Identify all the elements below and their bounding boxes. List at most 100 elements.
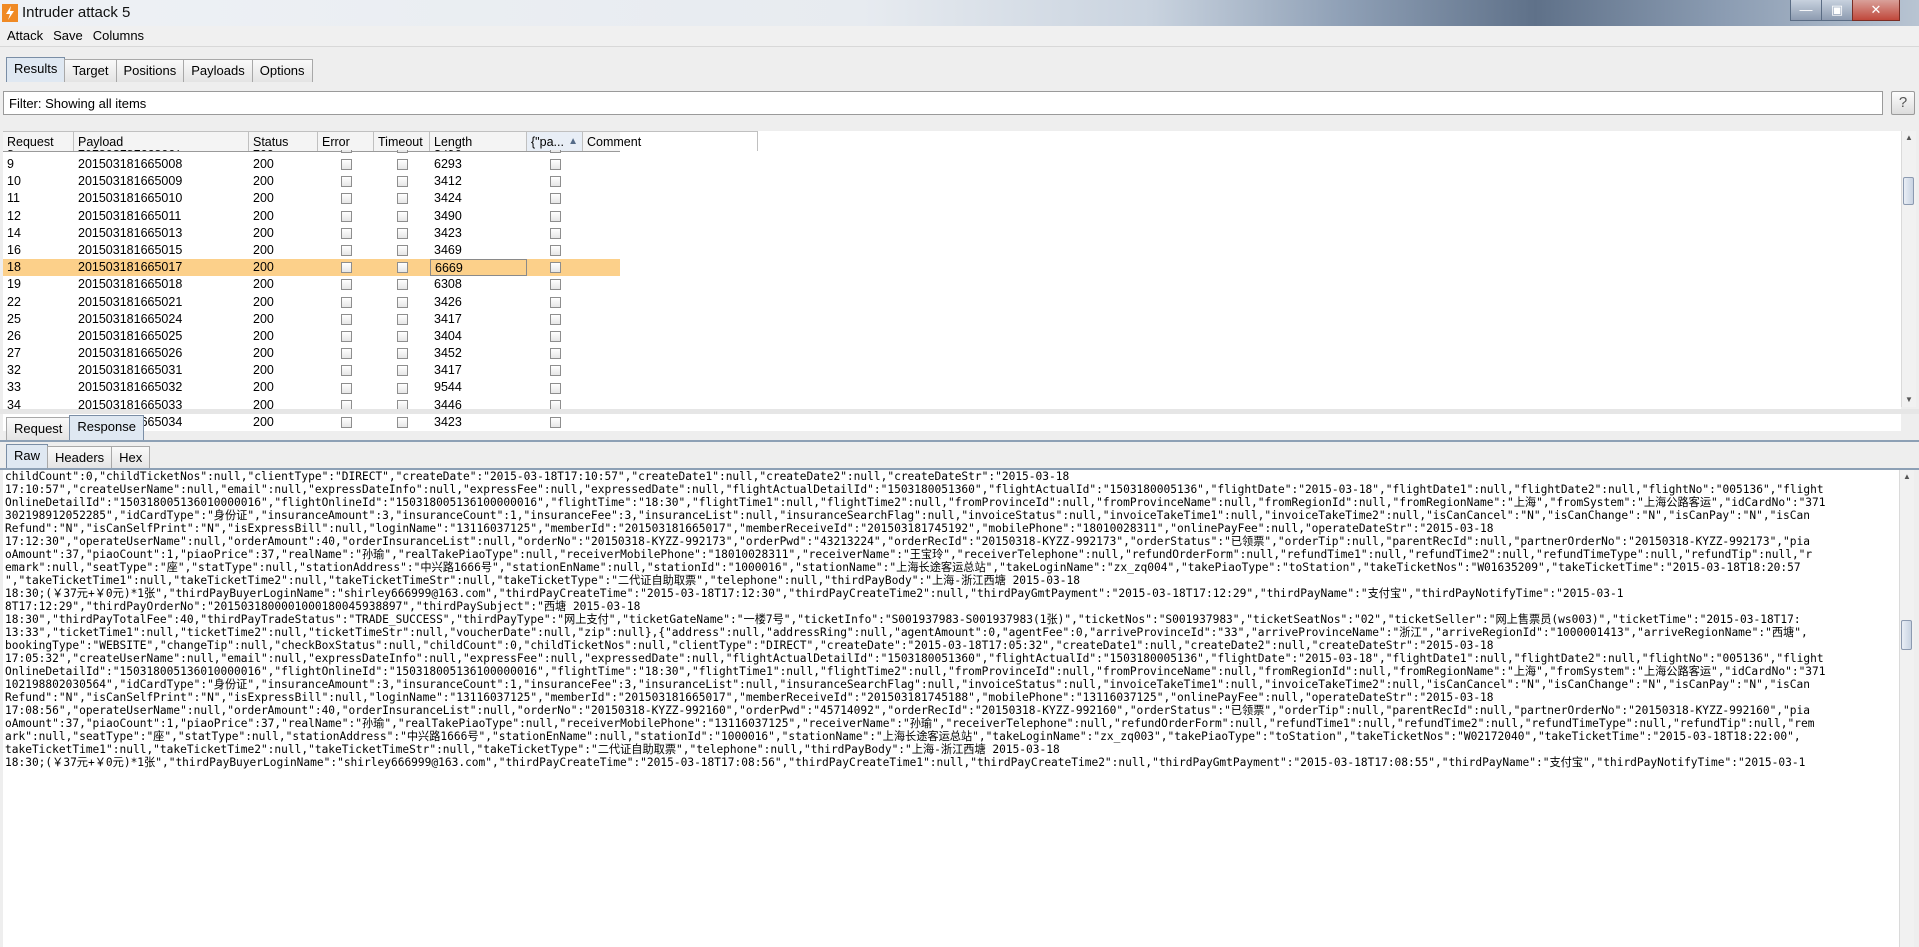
- timeout-checkbox[interactable]: [396, 279, 408, 291]
- tab-raw[interactable]: Raw: [6, 444, 49, 469]
- error-checkbox[interactable]: [340, 245, 352, 257]
- close-button[interactable]: ✕: [1852, 0, 1900, 21]
- error-checkbox[interactable]: [340, 330, 352, 342]
- table-row[interactable]: 12 201503181665011 200 3490: [3, 208, 620, 225]
- timeout-checkbox[interactable]: [396, 245, 408, 257]
- timeout-checkbox[interactable]: [396, 176, 408, 188]
- tab-request[interactable]: Request: [6, 417, 71, 440]
- cell-status: 200: [253, 414, 274, 429]
- scroll-down-icon[interactable]: ▼: [1902, 393, 1916, 407]
- scroll-up-icon[interactable]: ▲: [1902, 131, 1916, 145]
- cell-comment: [583, 328, 758, 345]
- timeout-checkbox[interactable]: [396, 330, 408, 342]
- error-checkbox[interactable]: [340, 296, 352, 308]
- timeout-checkbox[interactable]: [396, 210, 408, 222]
- tab-target[interactable]: Target: [64, 59, 117, 82]
- grep-checkbox[interactable]: [549, 296, 561, 308]
- table-row[interactable]: 27 201503181665026 200 3452: [3, 345, 620, 362]
- error-checkbox[interactable]: [340, 365, 352, 377]
- grep-checkbox[interactable]: [549, 330, 561, 342]
- timeout-checkbox[interactable]: [396, 365, 408, 377]
- column-header-grep[interactable]: {"pa... ▲: [527, 131, 583, 151]
- timeout-checkbox[interactable]: [396, 348, 408, 360]
- error-checkbox[interactable]: [340, 279, 352, 291]
- menu-columns[interactable]: Columns: [86, 26, 147, 46]
- grep-checkbox[interactable]: [549, 262, 561, 274]
- column-header-payload[interactable]: Payload: [74, 131, 249, 151]
- timeout-checkbox[interactable]: [396, 382, 408, 394]
- table-row[interactable]: 19 201503181665018 200 6308: [3, 276, 620, 293]
- grep-checkbox[interactable]: [549, 245, 561, 257]
- timeout-checkbox[interactable]: [396, 227, 408, 239]
- column-header-request[interactable]: Request: [3, 131, 74, 151]
- response-scroll-thumb[interactable]: [1901, 620, 1912, 650]
- filter-bar[interactable]: Filter: Showing all items: [3, 91, 1883, 115]
- tab-headers[interactable]: Headers: [47, 446, 113, 469]
- table-row[interactable]: 25 201503181665024 200 3417: [3, 311, 620, 328]
- minimize-button[interactable]: ―: [1790, 0, 1822, 21]
- table-row[interactable]: 14 201503181665013 200 3423: [3, 225, 620, 242]
- column-header-error[interactable]: Error: [318, 131, 374, 151]
- grep-checkbox[interactable]: [549, 159, 561, 171]
- timeout-checkbox[interactable]: [396, 150, 408, 154]
- column-header-status[interactable]: Status: [249, 131, 318, 151]
- grep-checkbox[interactable]: [549, 348, 561, 360]
- timeout-checkbox[interactable]: [396, 262, 408, 274]
- grep-checkbox[interactable]: [549, 210, 561, 222]
- tab-results[interactable]: Results: [6, 57, 66, 82]
- error-checkbox[interactable]: [340, 416, 352, 428]
- tab-response[interactable]: Response: [69, 415, 144, 440]
- table-row[interactable]: 10 201503181665009 200 3412: [3, 173, 620, 190]
- timeout-checkbox[interactable]: [396, 193, 408, 205]
- grep-checkbox[interactable]: [549, 193, 561, 205]
- response-scroll-up-icon[interactable]: ▲: [1900, 470, 1914, 484]
- scroll-thumb[interactable]: [1903, 177, 1914, 205]
- column-header-length[interactable]: Length: [430, 131, 527, 151]
- response-body[interactable]: childCount":0,"childTicketNos":null,"cli…: [3, 470, 1899, 947]
- grep-checkbox[interactable]: [549, 279, 561, 291]
- error-checkbox[interactable]: [340, 313, 352, 325]
- timeout-checkbox[interactable]: [396, 313, 408, 325]
- table-row[interactable]: 9 201503181665008 200 6293: [3, 156, 620, 173]
- grep-checkbox[interactable]: [549, 382, 561, 394]
- help-button[interactable]: ?: [1891, 91, 1915, 115]
- table-row[interactable]: 22 201503181665021 200 3426: [3, 294, 620, 311]
- column-header-timeout[interactable]: Timeout: [374, 131, 430, 151]
- table-row[interactable]: 18 201503181665017 200 6669: [3, 259, 620, 277]
- tab-options[interactable]: Options: [251, 59, 313, 82]
- table-row[interactable]: 16 201503181665015 200 3469: [3, 242, 620, 259]
- grep-checkbox[interactable]: [549, 313, 561, 325]
- timeout-checkbox[interactable]: [396, 296, 408, 308]
- maximize-button[interactable]: ▣: [1821, 0, 1853, 21]
- error-checkbox[interactable]: [340, 382, 352, 394]
- error-checkbox[interactable]: [340, 262, 352, 274]
- table-row[interactable]: 11 201503181665010 200 3424: [3, 190, 620, 207]
- error-checkbox[interactable]: [340, 159, 352, 171]
- timeout-checkbox[interactable]: [396, 416, 408, 428]
- grep-checkbox[interactable]: [549, 150, 561, 154]
- cell-timeout: [374, 345, 430, 362]
- grep-checkbox[interactable]: [549, 227, 561, 239]
- results-scrollbar[interactable]: ▲ ▼: [1901, 131, 1916, 407]
- error-checkbox[interactable]: [340, 210, 352, 222]
- menu-attack[interactable]: Attack: [0, 26, 46, 46]
- error-checkbox[interactable]: [340, 227, 352, 239]
- error-checkbox[interactable]: [340, 348, 352, 360]
- grep-checkbox[interactable]: [549, 176, 561, 188]
- tab-payloads[interactable]: Payloads: [183, 59, 253, 82]
- error-checkbox[interactable]: [340, 150, 352, 154]
- table-row[interactable]: 32 201503181665031 200 3417: [3, 362, 620, 379]
- pane-splitter[interactable]: [0, 409, 1919, 414]
- error-checkbox[interactable]: [340, 193, 352, 205]
- menu-save[interactable]: Save: [46, 26, 86, 46]
- tab-hex[interactable]: Hex: [111, 446, 151, 469]
- grep-checkbox[interactable]: [549, 416, 561, 428]
- response-scrollbar[interactable]: ▲: [1899, 470, 1914, 947]
- column-header-comment[interactable]: Comment: [583, 131, 758, 151]
- tab-positions[interactable]: Positions: [115, 59, 185, 82]
- grep-checkbox[interactable]: [549, 365, 561, 377]
- error-checkbox[interactable]: [340, 176, 352, 188]
- timeout-checkbox[interactable]: [396, 159, 408, 171]
- table-row[interactable]: 33 201503181665032 200 9544: [3, 379, 620, 396]
- table-row[interactable]: 26 201503181665025 200 3404: [3, 328, 620, 345]
